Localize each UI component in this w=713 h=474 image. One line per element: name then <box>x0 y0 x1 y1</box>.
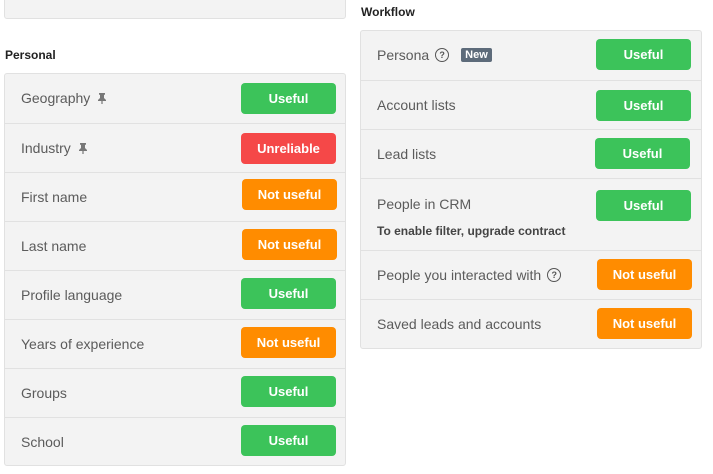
filter-row-last-name[interactable]: Last name Not useful <box>5 221 345 270</box>
status-badge-not-useful[interactable]: Not useful <box>242 229 337 260</box>
filter-row-school[interactable]: School Useful <box>5 417 345 466</box>
workflow-filter-panel: Persona ? New Useful Account lists Usefu… <box>360 30 702 349</box>
filter-label: Persona <box>377 47 430 63</box>
filter-row-people-you-interacted-with[interactable]: People you interacted with ? Not useful <box>361 250 701 299</box>
status-badge-useful[interactable]: Useful <box>595 138 690 169</box>
pin-icon <box>78 143 87 154</box>
personal-filter-panel: Geography Useful Industry Unreliable Fir… <box>4 73 346 466</box>
new-badge: New <box>461 48 492 62</box>
status-badge-not-useful[interactable]: Not useful <box>242 179 337 210</box>
status-badge-not-useful[interactable]: Not useful <box>597 308 692 339</box>
filter-label: Groups <box>21 385 67 401</box>
status-badge-useful[interactable]: Useful <box>596 90 691 121</box>
previous-section-panel <box>4 0 346 19</box>
status-badge-useful[interactable]: Useful <box>596 190 691 221</box>
status-badge-useful[interactable]: Useful <box>241 425 336 456</box>
status-badge-not-useful[interactable]: Not useful <box>241 327 336 358</box>
status-badge-not-useful[interactable]: Not useful <box>597 259 692 290</box>
filter-row-groups[interactable]: Groups Useful <box>5 368 345 417</box>
filter-row-saved-leads-and-accounts[interactable]: Saved leads and accounts Not useful <box>361 299 701 348</box>
help-icon[interactable]: ? <box>547 268 562 282</box>
status-badge-unreliable[interactable]: Unreliable <box>241 133 336 164</box>
filter-label: First name <box>21 189 88 205</box>
filter-label: Years of experience <box>21 336 145 352</box>
filter-label: Last name <box>21 238 87 254</box>
filter-row-geography[interactable]: Geography Useful <box>5 74 345 123</box>
pin-icon <box>98 93 107 104</box>
filter-row-first-name[interactable]: First name Not useful <box>5 172 345 221</box>
status-badge-useful[interactable]: Useful <box>241 376 336 407</box>
upgrade-hint-text: To enable filter, upgrade contract <box>377 224 566 238</box>
filter-label: Profile language <box>21 287 123 303</box>
filter-label: People you interacted with <box>377 267 542 283</box>
filter-row-industry[interactable]: Industry Unreliable <box>5 123 345 172</box>
help-icon[interactable]: ? <box>435 48 450 62</box>
filter-row-profile-language[interactable]: Profile language Useful <box>5 270 345 319</box>
filter-label: Geography <box>21 90 91 106</box>
filter-row-account-lists[interactable]: Account lists Useful <box>361 80 701 129</box>
filter-label: People in CRM <box>377 196 472 212</box>
filter-row-lead-lists[interactable]: Lead lists Useful <box>361 129 701 178</box>
filter-label: Saved leads and accounts <box>377 316 542 332</box>
filter-label: Account lists <box>377 97 456 113</box>
workflow-heading: Workflow <box>361 5 415 19</box>
status-badge-useful[interactable]: Useful <box>241 83 336 114</box>
filter-label: Lead lists <box>377 146 437 162</box>
filter-label: School <box>21 434 64 450</box>
filter-row-years-of-experience[interactable]: Years of experience Not useful <box>5 319 345 368</box>
status-badge-useful[interactable]: Useful <box>596 39 691 70</box>
status-badge-useful[interactable]: Useful <box>241 278 336 309</box>
filter-label: Industry <box>21 140 71 156</box>
personal-heading: Personal <box>5 48 56 62</box>
filter-row-persona[interactable]: Persona ? New Useful <box>361 31 701 80</box>
filter-row-people-in-crm[interactable]: People in CRM To enable filter, upgrade … <box>361 178 701 250</box>
